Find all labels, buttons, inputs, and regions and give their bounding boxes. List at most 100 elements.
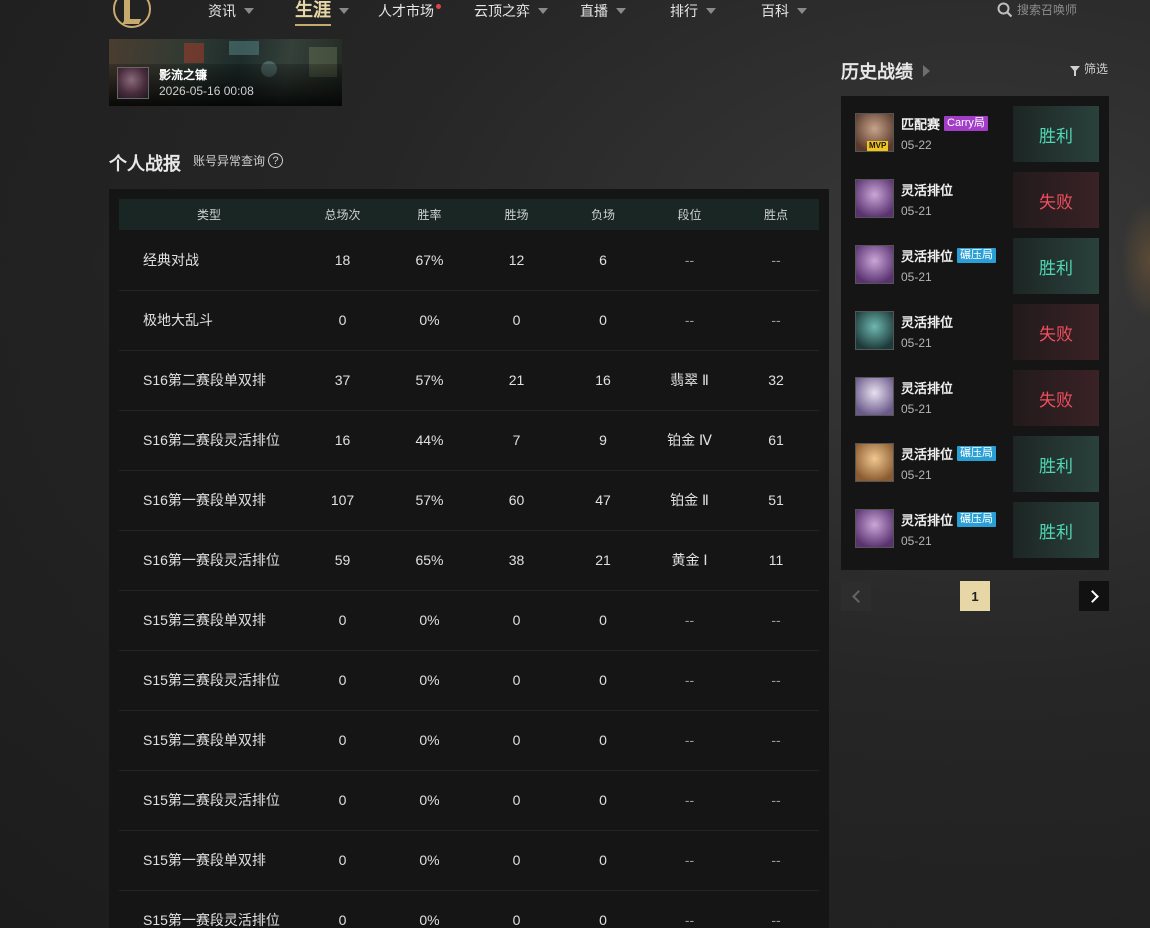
match-mode: 灵活排位 xyxy=(901,180,953,199)
table-cell: 0 xyxy=(299,890,386,928)
table-cell: -- xyxy=(646,710,733,771)
champion-portrait-white-yordle-icon xyxy=(855,377,894,416)
table-cell: 59 xyxy=(299,530,386,591)
table-cell: -- xyxy=(733,770,819,831)
match-tag: Carry局 xyxy=(944,116,988,131)
table-cell: 0% xyxy=(386,770,473,831)
match-date: 05-21 xyxy=(901,468,932,482)
nav-item-label: 排行 xyxy=(670,3,698,19)
table-cell: S16第二赛段灵活排位 xyxy=(119,410,299,471)
match-result: 胜利 xyxy=(1013,106,1099,162)
table-cell: 0 xyxy=(473,590,560,651)
table-cell: 6 xyxy=(560,230,646,291)
history-title[interactable]: 历史战绩 xyxy=(841,58,930,84)
nav-item[interactable]: 人才市场 xyxy=(378,0,441,22)
table-cell: -- xyxy=(733,890,819,928)
nav-item[interactable]: 直播 xyxy=(580,0,626,22)
nav-item[interactable]: 资讯 xyxy=(208,0,254,22)
nav-item-label: 生涯 xyxy=(295,0,331,26)
match-item[interactable]: MVP 匹配赛 Carry局 05-22 胜利 xyxy=(841,96,1109,162)
table-cell: 黄金 Ⅰ xyxy=(646,530,733,591)
table-cell: 7 xyxy=(473,410,560,471)
column-header: 胜率 xyxy=(386,199,473,230)
table-cell: 0% xyxy=(386,830,473,891)
history-title-label: 历史战绩 xyxy=(841,62,913,82)
match-date: 05-21 xyxy=(901,402,932,416)
account-anomaly-label: 账号异常查询 xyxy=(193,154,266,168)
nav-item[interactable]: 云顶之弈 xyxy=(474,0,548,22)
filter-button[interactable]: 筛选 xyxy=(1070,60,1108,77)
table-cell: S15第三赛段灵活排位 xyxy=(119,650,299,711)
next-page-button[interactable] xyxy=(1079,581,1109,611)
search-box[interactable] xyxy=(997,0,1097,20)
match-item[interactable]: 灵活排位 05-21 失败 xyxy=(841,360,1109,426)
match-result: 失败 xyxy=(1013,304,1099,360)
highlight-video-card[interactable]: 影流之镰 2026-05-16 00:08 xyxy=(109,39,342,106)
table-cell: 0 xyxy=(560,650,646,711)
table-cell: 0 xyxy=(560,590,646,651)
prev-page-button[interactable] xyxy=(841,581,871,611)
table-row: 极地大乱斗 0 0% 0 0 -- -- xyxy=(119,290,819,351)
table-row: S15第二赛段单双排 0 0% 0 0 -- -- xyxy=(119,710,819,771)
table-cell: 0% xyxy=(386,890,473,928)
table-cell: -- xyxy=(646,830,733,891)
table-cell: 0 xyxy=(473,710,560,771)
table-cell: 0 xyxy=(560,710,646,771)
column-header: 胜场 xyxy=(473,199,560,230)
table-cell: -- xyxy=(646,290,733,351)
filter-icon xyxy=(1070,65,1080,76)
table-cell: 0 xyxy=(299,590,386,651)
champion-portrait-teal-figure-icon xyxy=(855,311,894,350)
match-item[interactable]: 灵活排位 05-21 失败 xyxy=(841,294,1109,360)
match-item[interactable]: 灵活排位 碾压局 05-21 胜利 xyxy=(841,426,1109,492)
search-input[interactable] xyxy=(1017,3,1097,17)
search-icon[interactable] xyxy=(997,2,1013,18)
mvp-badge: MVP xyxy=(867,141,889,151)
table-cell: 18 xyxy=(299,230,386,291)
stats-header-row: 类型 总场次 胜率 胜场 负场 段位 胜点 xyxy=(119,199,819,230)
account-anomaly-link[interactable]: 账号异常查询 ? xyxy=(193,152,284,169)
table-cell: 0 xyxy=(473,770,560,831)
champion-avatar-icon xyxy=(117,67,149,99)
table-row: S15第一赛段灵活排位 0 0% 0 0 -- -- xyxy=(119,890,819,928)
chevron-right-icon xyxy=(923,65,930,77)
table-cell: 0 xyxy=(560,290,646,351)
nav-item[interactable]: 生涯 xyxy=(295,0,349,26)
match-mode-label: 灵活排位 xyxy=(901,249,954,264)
table-cell: S16第二赛段单双排 xyxy=(119,350,299,411)
match-mode: 匹配赛 Carry局 xyxy=(901,114,988,133)
stats-panel: 类型 总场次 胜率 胜场 负场 段位 胜点 经典对战 18 67% 12 6 -- -- 极地大乱斗 0 0%… xyxy=(109,189,829,928)
lol-logo-icon[interactable] xyxy=(111,0,153,30)
champion-portrait-purple-yordle-icon xyxy=(855,179,894,218)
notification-dot xyxy=(436,3,441,9)
table-cell: 60 xyxy=(473,470,560,531)
table-cell: -- xyxy=(646,770,733,831)
table-cell: 0 xyxy=(299,650,386,711)
nav-item[interactable]: 百科 xyxy=(761,0,807,22)
table-cell: 0 xyxy=(560,890,646,928)
table-cell: 44% xyxy=(386,410,473,471)
table-cell: S15第一赛段灵活排位 xyxy=(119,890,299,928)
table-cell: -- xyxy=(733,230,819,291)
page-number-button[interactable]: 1 xyxy=(960,581,990,611)
match-item[interactable]: 灵活排位 碾压局 05-21 胜利 xyxy=(841,228,1109,294)
match-result: 胜利 xyxy=(1013,436,1099,492)
table-row: S15第一赛段单双排 0 0% 0 0 -- -- xyxy=(119,830,819,891)
video-title: 影流之镰 xyxy=(159,68,208,82)
table-cell: -- xyxy=(646,650,733,711)
chevron-down-icon xyxy=(616,8,626,14)
match-item[interactable]: 灵活排位 碾压局 05-21 胜利 xyxy=(841,492,1109,558)
nav-item[interactable]: 排行 xyxy=(670,0,716,22)
table-cell: 铂金 Ⅱ xyxy=(646,470,733,531)
background-glow xyxy=(1120,200,1150,320)
match-mode: 灵活排位 xyxy=(901,312,953,331)
match-date: 05-21 xyxy=(901,270,932,284)
match-date: 05-21 xyxy=(901,336,932,350)
nav-item-label: 百科 xyxy=(761,3,789,19)
table-cell: 32 xyxy=(733,350,819,411)
help-icon[interactable]: ? xyxy=(268,153,284,168)
table-cell: 0 xyxy=(299,830,386,891)
match-tag: 碾压局 xyxy=(957,446,997,461)
match-item[interactable]: 灵活排位 05-21 失败 xyxy=(841,162,1109,228)
table-cell: 47 xyxy=(560,470,646,531)
